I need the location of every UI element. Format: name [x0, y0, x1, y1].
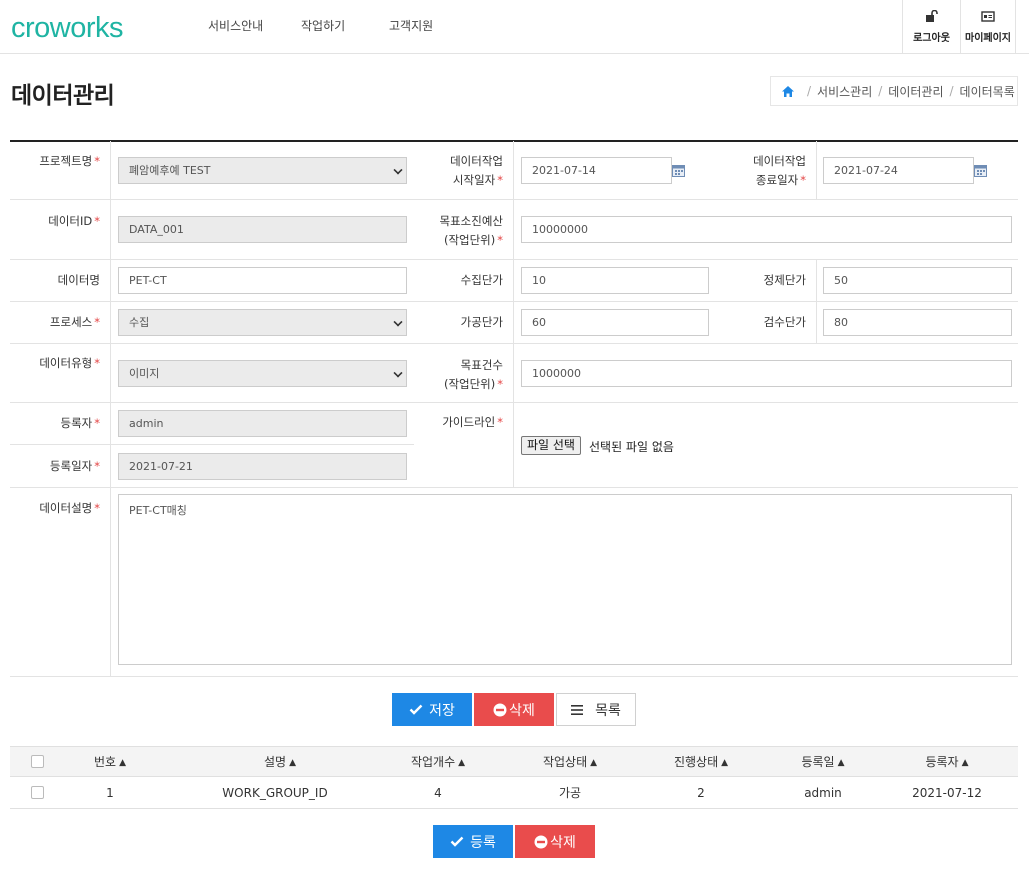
breadcrumb-service-mgmt[interactable]: 서비스관리	[817, 83, 872, 100]
calendar-icon[interactable]	[672, 164, 685, 177]
project-select[interactable]: 폐암예후예 TEST	[118, 157, 407, 184]
reg-date-label: 등록일자 *	[49, 459, 100, 473]
sort-icon: ▲︎	[289, 758, 296, 768]
logo[interactable]: croworks	[11, 12, 124, 45]
file-choose-button[interactable]: 파일 선택	[521, 436, 581, 455]
inspect-price-input[interactable]: 80	[823, 309, 1012, 336]
cell-description: WORK_GROUP_ID	[222, 786, 328, 800]
collect-price-input[interactable]: 10	[521, 267, 709, 294]
check-icon	[409, 704, 423, 715]
breadcrumb-data-mgmt[interactable]: 데이터관리	[888, 83, 943, 100]
budget-label: 목표소진예산 (작업단위) *	[439, 214, 503, 247]
data-type-label: 데이터유형 *	[39, 356, 100, 370]
cell-task-status: 가공	[558, 786, 582, 800]
chevron-down-icon	[393, 165, 403, 175]
data-name-label: 데이터명	[57, 273, 100, 287]
process-price-input[interactable]: 60	[521, 309, 709, 336]
delete-button[interactable]: 삭제	[474, 693, 554, 726]
sort-icon: ▲︎	[837, 758, 845, 768]
target-count-input[interactable]: 1000000	[521, 360, 1012, 387]
desc-textarea[interactable]: PET-CT매칭	[118, 494, 1012, 665]
unlock-icon	[925, 10, 938, 22]
mypage-button[interactable]: 마이페이지	[960, 0, 1016, 53]
logout-button[interactable]: 로그아웃	[902, 0, 960, 53]
table-header: 번호 ▲︎ 설명 ▲︎ 작업개수 ▲︎ 작업상태 ▲︎ 진행상태 ▲︎ 등록일 ▲︎ 등록자…	[10, 746, 1018, 777]
start-date-input[interactable]: 2021-07-14	[521, 157, 672, 184]
refine-price-label: 정제단가	[763, 273, 806, 287]
sort-icon: ▲︎	[590, 758, 598, 768]
refine-price-input[interactable]: 50	[823, 267, 1012, 294]
guideline-label: 가이드라인 *	[442, 415, 503, 429]
home-icon[interactable]	[781, 85, 795, 98]
calendar-icon[interactable]	[974, 164, 987, 177]
nav-service-info[interactable]: 서비스안내	[208, 17, 263, 34]
col-task-count[interactable]: 작업개수 ▲︎	[388, 747, 488, 777]
col-task-status[interactable]: 작업상태 ▲︎	[520, 747, 620, 777]
sort-icon: ▲︎	[721, 758, 729, 768]
sort-icon: ▲︎	[119, 758, 126, 768]
cell-progress-status: 2	[697, 786, 705, 800]
process-label: 프로세스 *	[49, 315, 100, 329]
breadcrumb-data-list[interactable]: 데이터목록	[960, 83, 1015, 100]
col-reg-date[interactable]: 등록일 ▲︎	[773, 747, 873, 777]
target-count-label: 목표건수 (작업단위) *	[443, 358, 503, 391]
end-date-label: 데이터작업 종료일자 *	[753, 154, 806, 187]
chevron-down-icon	[393, 368, 403, 378]
id-card-icon	[981, 11, 995, 22]
collect-price-label: 수집단가	[460, 273, 503, 287]
col-progress-status[interactable]: 진행상태 ▲︎	[651, 747, 751, 777]
check-icon	[450, 836, 464, 847]
cell-registrant: 2021-07-12	[912, 786, 982, 800]
nav-work[interactable]: 작업하기	[301, 17, 345, 34]
process-price-label: 가공단가	[460, 315, 503, 329]
select-all-checkbox[interactable]	[31, 755, 44, 768]
list-button[interactable]: 목록	[556, 693, 636, 726]
nav-support[interactable]: 고객지원	[389, 17, 433, 34]
top-header: croworks 서비스안내 작업하기 고객지원 로그아웃 마이페이지	[0, 0, 1029, 54]
col-registrant[interactable]: 등록자 ▲︎	[897, 747, 997, 777]
table-row[interactable]: 1 WORK_GROUP_ID 4 가공 2 admin 2021-07-12	[10, 778, 1018, 809]
row-checkbox[interactable]	[31, 786, 44, 799]
table-delete-button[interactable]: 삭제	[515, 825, 595, 858]
start-date-label: 데이터작업 시작일자 *	[450, 154, 503, 187]
form-top-border	[10, 140, 1018, 142]
cell-reg-date: admin	[804, 786, 842, 800]
minus-circle-icon	[534, 835, 548, 848]
list-icon	[571, 704, 584, 715]
budget-input[interactable]: 10000000	[521, 216, 1012, 243]
cell-number: 1	[106, 786, 114, 800]
data-id-input[interactable]: DATA_001	[118, 216, 407, 243]
logout-label: 로그아웃	[913, 33, 950, 44]
process-select[interactable]: 수집	[118, 309, 407, 336]
cell-task-count: 4	[434, 786, 442, 800]
page-title: 데이터관리	[11, 83, 115, 109]
inspect-price-label: 검수단가	[763, 315, 806, 329]
save-button[interactable]: 저장	[392, 693, 472, 726]
minus-circle-icon	[493, 703, 507, 716]
chevron-down-icon	[393, 317, 403, 327]
breadcrumb: / 서비스관리 / 데이터관리 / 데이터목록	[770, 76, 1018, 106]
reg-date-input[interactable]: 2021-07-21	[118, 453, 407, 480]
data-id-label: 데이터ID *	[48, 214, 100, 228]
sort-icon: ▲︎	[961, 758, 969, 768]
sort-icon: ▲︎	[458, 758, 466, 768]
data-type-select[interactable]: 이미지	[118, 360, 407, 387]
data-name-input[interactable]: PET-CT	[118, 267, 407, 294]
project-label: 프로젝트명 *	[39, 154, 100, 168]
file-status: 선택된 파일 없음	[589, 440, 674, 454]
desc-label: 데이터설명 *	[39, 501, 100, 515]
col-number[interactable]: 번호 ▲︎	[70, 747, 150, 777]
end-date-input[interactable]: 2021-07-24	[823, 157, 974, 184]
registrant-input[interactable]: admin	[118, 410, 407, 437]
mypage-label: 마이페이지	[965, 33, 1011, 44]
col-description[interactable]: 설명 ▲︎	[210, 747, 350, 777]
register-button[interactable]: 등록	[433, 825, 513, 858]
registrant-label: 등록자 *	[60, 416, 101, 430]
